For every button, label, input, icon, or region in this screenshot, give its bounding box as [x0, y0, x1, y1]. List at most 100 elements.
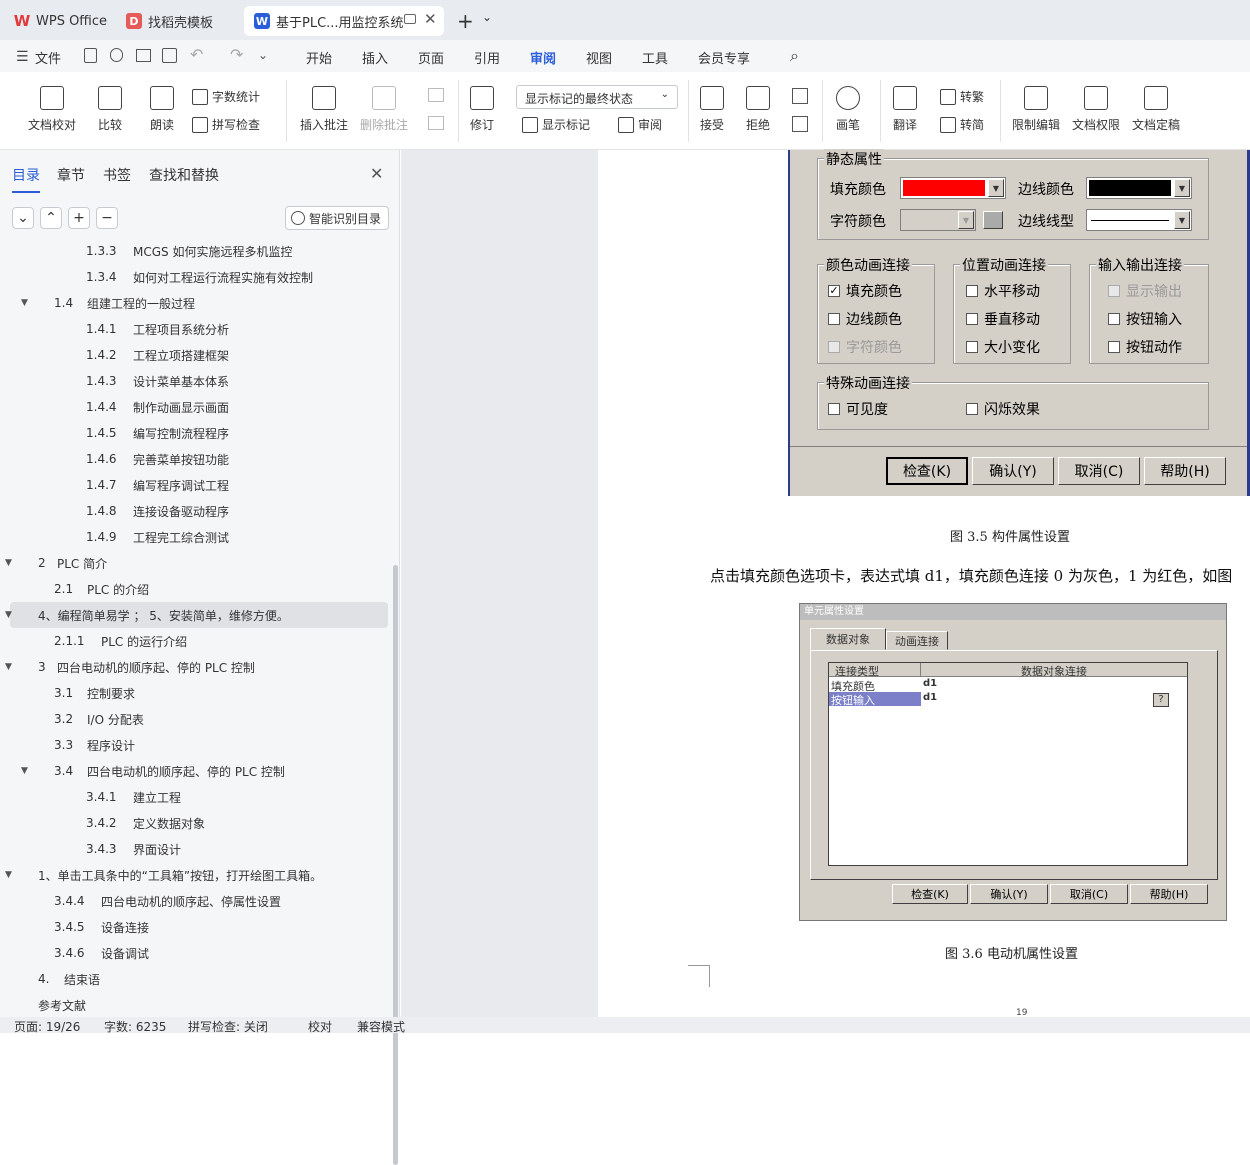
toc-item[interactable]: ▼ 2 PLC 简介	[0, 550, 390, 576]
new-tab-menu-icon[interactable]: ⌄	[482, 10, 492, 24]
char-color-dropdown[interactable]: ▼	[900, 209, 976, 231]
toc-item[interactable]: 1.4.1 工程项目系统分析	[0, 316, 390, 342]
hamburger-icon[interactable]: ☰	[16, 49, 29, 65]
panel-tab-bookmarks[interactable]: 书签	[103, 165, 131, 185]
save-icon[interactable]	[84, 48, 97, 63]
new-tab-button[interactable]: +	[457, 9, 474, 33]
menu-reference[interactable]: 引用	[474, 48, 500, 67]
prev-change-icon[interactable]	[792, 88, 808, 104]
toc-item[interactable]: 3.3 程序设计	[0, 732, 390, 758]
expand-caret-icon[interactable]: ▼	[21, 298, 28, 308]
menu-member[interactable]: 会员专享	[698, 48, 750, 67]
expand-up-button[interactable]: ⌃	[40, 207, 62, 229]
undo-icon[interactable]: ↶	[190, 45, 203, 64]
char-color-checkbox[interactable]: 字符颜色	[828, 337, 902, 357]
show-output-checkbox[interactable]: 显示输出	[1108, 281, 1182, 301]
close-panel-icon[interactable]: ✕	[370, 164, 383, 183]
toc-item[interactable]: ▼ 3 四台电动机的顺序起、停的 PLC 控制	[0, 654, 390, 680]
add-heading-button[interactable]: +	[68, 207, 90, 229]
help-button-2[interactable]: 帮助(H)	[1130, 884, 1208, 904]
window-restore-icon[interactable]	[404, 14, 416, 24]
toc-item[interactable]: 3.2 I/O 分配表	[0, 706, 390, 732]
expand-caret-icon[interactable]: ▼	[5, 610, 12, 620]
menu-insert[interactable]: 插入	[362, 48, 388, 67]
toc-item[interactable]: ▼ 1.4 组建工程的一般过程	[0, 290, 390, 316]
panel-tab-toc[interactable]: 目录	[12, 165, 40, 193]
toc-item[interactable]: 参考文献	[0, 992, 390, 1018]
button-input-checkbox[interactable]: 按钮输入	[1108, 309, 1182, 329]
check-button-2[interactable]: 检查(K)	[892, 884, 968, 904]
menu-file[interactable]: 文件	[35, 48, 61, 67]
cancel-button-2[interactable]: 取消(C)	[1050, 884, 1128, 904]
next-comment-icon[interactable]	[428, 116, 444, 130]
to-traditional-button[interactable]: 转繁	[940, 88, 984, 105]
smart-toc-button[interactable]: 智能识别目录	[285, 206, 389, 230]
search-icon[interactable]: ⌕	[790, 46, 799, 66]
toc-item[interactable]: 1.4.6 完善菜单按钮功能	[0, 446, 390, 472]
expand-caret-icon[interactable]: ▼	[21, 766, 28, 776]
show-markup-button[interactable]: 显示标记	[522, 116, 590, 133]
revise-button[interactable]: 修订	[470, 86, 494, 133]
cancel-button[interactable]: 取消(C)	[1058, 457, 1140, 485]
spell-check-button[interactable]: 拼写检查	[192, 116, 260, 133]
vertical-move-checkbox[interactable]: 垂直移动	[966, 309, 1040, 329]
word-count-button[interactable]: 字数统计	[192, 88, 260, 105]
expand-caret-icon[interactable]: ▼	[5, 870, 12, 880]
blink-effect-checkbox[interactable]: 闪烁效果	[966, 399, 1040, 419]
doc-permission-button[interactable]: 文档权限	[1072, 86, 1120, 133]
show-mode-select[interactable]: 显示标记的最终状态 ⌄	[516, 85, 678, 109]
fill-color-dropdown[interactable]: ▼	[900, 177, 1006, 199]
border-style-dropdown[interactable]: ▼	[1086, 209, 1192, 231]
quick-access-more-icon[interactable]: ⌄	[258, 48, 268, 62]
toc-item[interactable]: 1.4.4 制作动画显示画面	[0, 394, 390, 420]
to-simplified-button[interactable]: 转简	[940, 116, 984, 133]
check-button[interactable]: 检查(K)	[886, 457, 968, 485]
toc-item[interactable]: 3.4.6 设备调试	[0, 940, 390, 966]
toc-item[interactable]: 1.3.4 如何对工程运行流程实施有效控制	[0, 264, 390, 290]
menu-view[interactable]: 视图	[586, 48, 612, 67]
toc-item[interactable]: 1.3.3 MCGS 如何实施远程多机监控	[0, 238, 390, 264]
insert-comment-button[interactable]: 插入批注	[300, 86, 348, 133]
toc-item[interactable]: 1.4.5 编写控制流程程序	[0, 420, 390, 446]
panel-tab-find-replace[interactable]: 查找和替换	[149, 165, 219, 185]
toc-item[interactable]: ▼ 4、编程简单易学 ； 5、安装简单，维修方便。	[5, 602, 388, 628]
spell-check-indicator[interactable]: 拼写检查: 关闭	[188, 1018, 268, 1035]
doc-finalize-button[interactable]: 文档定稿	[1132, 86, 1180, 133]
toc-item[interactable]: 1.4.2 工程立项搭建框架	[0, 342, 390, 368]
print-preview-icon[interactable]	[162, 48, 177, 63]
remove-heading-button[interactable]: −	[96, 207, 118, 229]
row-type-button[interactable]: 按钮输入	[829, 692, 921, 707]
toc-item[interactable]: ▼ 1、单击工具条中的“工具箱”按钮，打开绘图工具箱。	[0, 862, 390, 888]
row-value-button[interactable]: d1	[923, 692, 937, 703]
proofread-indicator[interactable]: 校对	[308, 1018, 332, 1035]
page-indicator[interactable]: 页面: 19/26	[14, 1018, 80, 1035]
tab-docer-templates[interactable]: D 找稻壳模板	[116, 6, 242, 36]
visibility-checkbox[interactable]: 可见度	[828, 399, 888, 419]
ok-button-2[interactable]: 确认(Y)	[970, 884, 1048, 904]
toc-item[interactable]: 3.4.5 设备连接	[0, 914, 390, 940]
border-color-dropdown[interactable]: ▼	[1086, 177, 1192, 199]
toc-item[interactable]: 3.4.3 界面设计	[0, 836, 390, 862]
translate-button[interactable]: 翻译	[893, 86, 917, 133]
read-aloud-button[interactable]: 朗读	[150, 86, 174, 133]
next-change-icon[interactable]	[792, 116, 808, 132]
close-tab-icon[interactable]: ✕	[424, 10, 437, 28]
expression-help-button[interactable]: ?	[1153, 693, 1169, 707]
restrict-edit-button[interactable]: 限制编辑	[1012, 86, 1060, 133]
review-pane-button[interactable]: 审阅	[618, 116, 662, 133]
tab-data-object[interactable]: 数据对象	[810, 628, 886, 650]
panel-scrollbar[interactable]	[393, 565, 398, 1165]
row-value-fill[interactable]: d1	[923, 678, 937, 689]
panel-tab-chapters[interactable]: 章节	[57, 165, 85, 185]
button-action-checkbox[interactable]: 按钮动作	[1108, 337, 1182, 357]
compare-button[interactable]: 比较	[98, 86, 122, 133]
toc-item[interactable]: 4. 结束语	[0, 966, 390, 992]
toc-item[interactable]: 2.1.1 PLC 的运行介绍	[0, 628, 390, 654]
fill-color-checkbox[interactable]: ✓ 填充颜色	[828, 281, 902, 301]
redo-icon[interactable]: ↷	[230, 45, 243, 64]
tab-wps-office[interactable]: W WPS Office	[4, 6, 112, 36]
tab-animation-link[interactable]: 动画连接	[886, 631, 948, 650]
word-count-indicator[interactable]: 字数: 6235	[104, 1018, 166, 1035]
menu-page[interactable]: 页面	[418, 48, 444, 67]
toc-item[interactable]: 3.4.2 定义数据对象	[0, 810, 390, 836]
